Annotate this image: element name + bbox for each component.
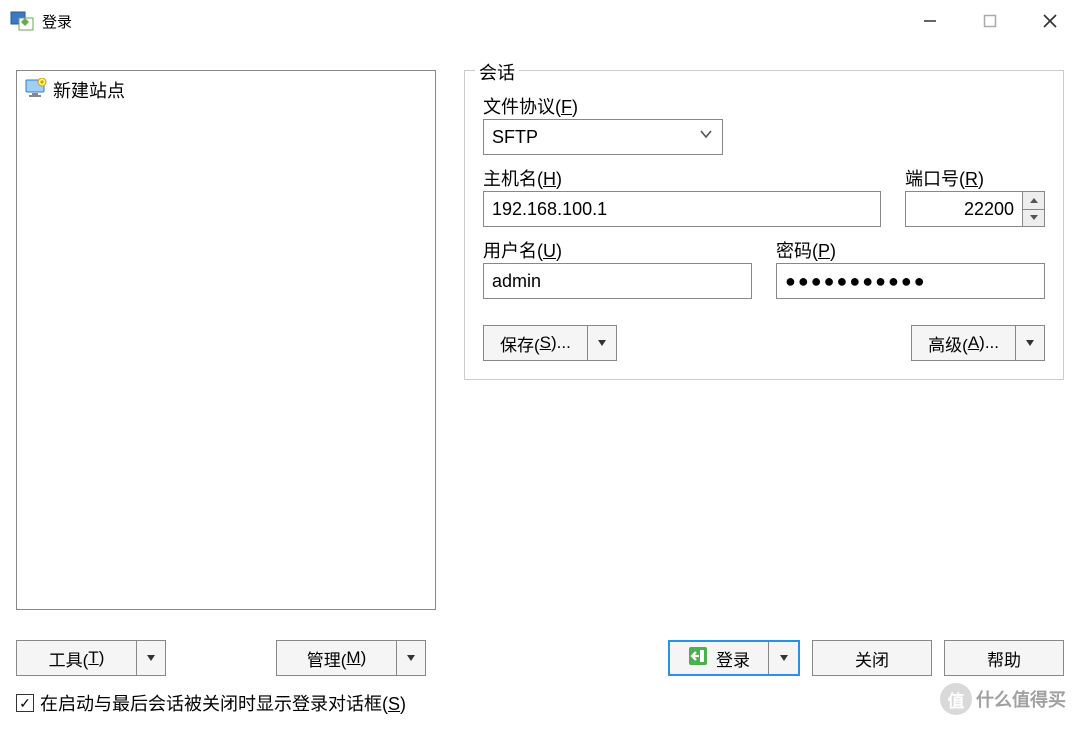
monitor-icon: [25, 78, 47, 103]
protocol-select[interactable]: SFTP: [483, 119, 723, 155]
save-button[interactable]: 保存(S)...: [483, 325, 587, 361]
show-dialog-label: 在启动与最后会话被关闭时显示登录对话框(S): [40, 690, 406, 716]
watermark-text: 什么值得买: [976, 686, 1066, 712]
help-button[interactable]: 帮助: [944, 640, 1064, 676]
session-legend: 会话: [475, 59, 519, 85]
login-button-split: 登录: [668, 640, 800, 676]
window-title: 登录: [42, 11, 72, 32]
port-spin-up[interactable]: [1023, 192, 1044, 209]
manage-button[interactable]: 管理(M): [276, 640, 396, 676]
user-input[interactable]: [483, 263, 752, 299]
close-button[interactable]: [1020, 0, 1080, 42]
manage-button-split: 管理(M): [276, 640, 426, 676]
watermark: 值 什么值得买: [940, 683, 1066, 715]
site-item-new[interactable]: 新建站点: [21, 75, 431, 105]
close-dialog-button[interactable]: 关闭: [812, 640, 932, 676]
login-label: 登录: [716, 646, 750, 671]
manage-dropdown[interactable]: [396, 640, 426, 676]
advanced-button[interactable]: 高级(A)...: [911, 325, 1015, 361]
protocol-select-wrap[interactable]: SFTP: [483, 119, 723, 155]
save-dropdown[interactable]: [587, 325, 617, 361]
host-label: 主机名(H): [483, 165, 881, 191]
save-button-split: 保存(S)...: [483, 325, 617, 361]
port-spinner: [1022, 192, 1044, 226]
show-dialog-checkbox-row[interactable]: ✓ 在启动与最后会话被关闭时显示登录对话框(S): [16, 690, 406, 716]
main-content: 新建站点 会话 文件协议(F) SFTP 主机名(H): [0, 42, 1080, 610]
tools-button[interactable]: 工具(T): [16, 640, 136, 676]
maximize-button[interactable]: [960, 0, 1020, 42]
port-label: 端口号(R): [905, 165, 1045, 191]
login-button[interactable]: 登录: [670, 642, 768, 674]
protocol-label: 文件协议(F): [483, 93, 1045, 119]
login-icon: [688, 646, 708, 671]
advanced-dropdown[interactable]: [1015, 325, 1045, 361]
minimize-button[interactable]: [900, 0, 960, 42]
port-spin-down[interactable]: [1023, 209, 1044, 227]
show-dialog-checkbox[interactable]: ✓: [16, 694, 34, 712]
password-input[interactable]: [776, 263, 1045, 299]
host-input[interactable]: [483, 191, 881, 227]
watermark-badge: 值: [940, 683, 972, 715]
bottom-bar: 工具(T) 管理(M) 登录: [16, 640, 1064, 676]
app-icon: [10, 9, 34, 33]
tools-dropdown[interactable]: [136, 640, 166, 676]
login-dropdown[interactable]: [768, 642, 798, 674]
user-label: 用户名(U): [483, 237, 752, 263]
tools-button-split: 工具(T): [16, 640, 166, 676]
site-item-label: 新建站点: [53, 77, 125, 103]
session-fieldset: 会话 文件协议(F) SFTP 主机名(H): [464, 70, 1064, 380]
sites-panel[interactable]: 新建站点: [16, 70, 436, 610]
advanced-button-split: 高级(A)...: [911, 325, 1045, 361]
password-label: 密码(P): [776, 237, 1045, 263]
session-panel: 会话 文件协议(F) SFTP 主机名(H): [464, 70, 1064, 610]
titlebar: 登录: [0, 0, 1080, 42]
